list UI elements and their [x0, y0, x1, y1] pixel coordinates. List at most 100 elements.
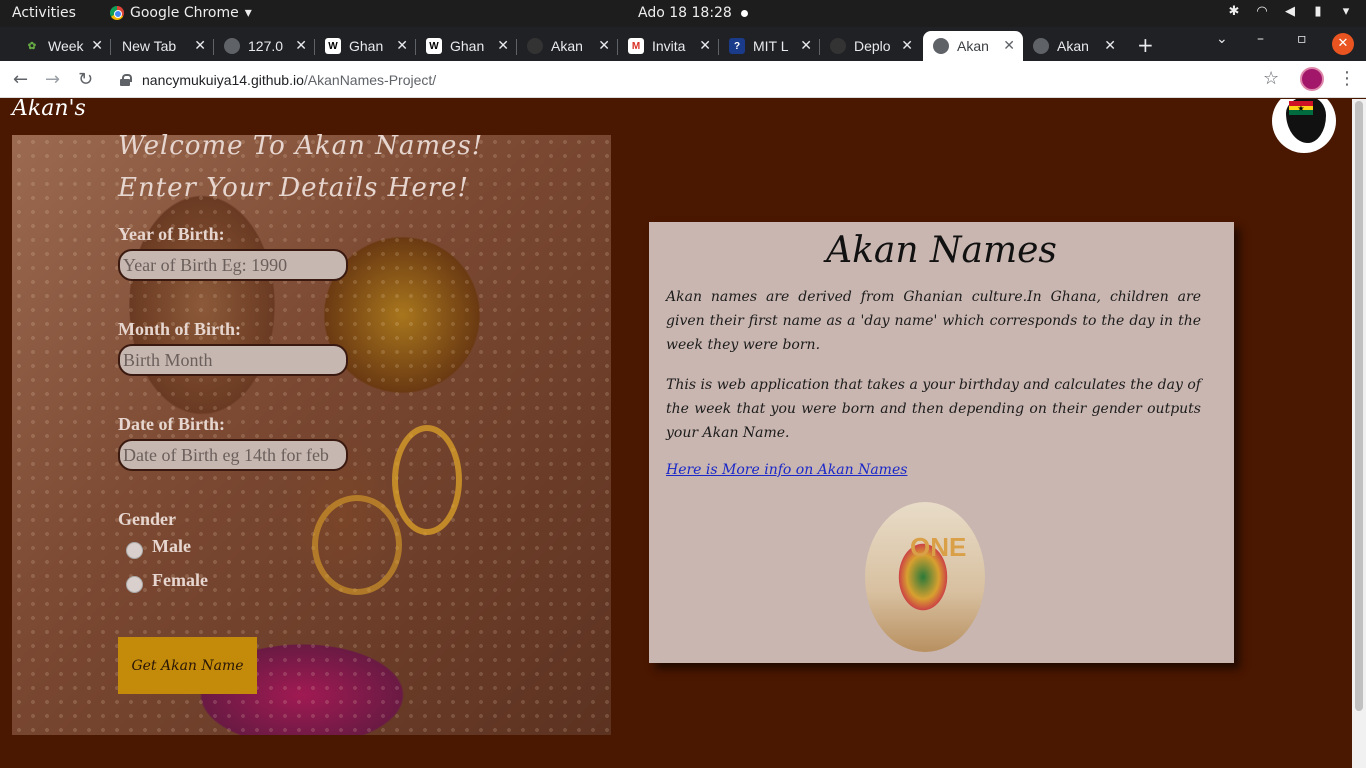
tab-akan-github[interactable]: Akan ✕ [517, 31, 618, 61]
year-placeholder: Year of Birth Eg: 1990 [123, 254, 288, 275]
address-bar[interactable]: nancymukuiya14.github.io/AkanNames-Proje… [108, 65, 1294, 94]
url-host: nancymukuiya14.github.io [142, 71, 304, 88]
caret-down-icon: ▾ [244, 5, 252, 21]
gender-label: Gender [118, 509, 176, 529]
month-placeholder: Birth Month [123, 349, 213, 370]
window-close-button[interactable]: ✕ [1332, 33, 1354, 55]
get-akan-name-button[interactable]: Get Akan Name [118, 637, 257, 694]
forward-icon[interactable]: → [45, 69, 60, 90]
close-tab-icon[interactable]: ✕ [91, 37, 103, 54]
tab-mit[interactable]: ? MIT L ✕ [719, 31, 820, 61]
profile-avatar[interactable] [1300, 67, 1324, 91]
battery-icon[interactable]: ▮ [1310, 4, 1326, 20]
close-tab-icon[interactable]: ✕ [901, 37, 913, 54]
system-tray[interactable]: ✱ ◠ ◀ ▮ ▾ [1226, 4, 1354, 20]
card-paragraph-2: This is web application that takes a you… [666, 377, 1201, 441]
activities-button[interactable]: Activities [12, 5, 76, 21]
wikipedia-icon: W [325, 38, 341, 54]
year-input[interactable]: Year of Birth Eg: 1990 [118, 249, 348, 281]
close-tab-icon[interactable]: ✕ [800, 37, 812, 54]
close-tab-icon[interactable]: ✕ [1104, 37, 1116, 54]
tab-title: Ghan [349, 38, 384, 54]
tab-title: Week [48, 38, 84, 54]
close-tab-icon[interactable]: ✕ [295, 37, 307, 54]
close-tab-icon[interactable]: ✕ [194, 37, 206, 54]
tab-ghana-wiki-2[interactable]: W Ghan ✕ [416, 31, 517, 61]
date-label: Date of Birth: [118, 414, 225, 434]
chrome-icon [110, 6, 124, 20]
bookmark-star-icon[interactable]: ☆ [1263, 68, 1279, 89]
close-tab-icon[interactable]: ✕ [699, 37, 711, 54]
tab-localhost[interactable]: 127.0 ✕ [214, 31, 315, 61]
tab-invitation[interactable]: M Invita ✕ [618, 31, 719, 61]
tab-title: Deplo [854, 38, 891, 54]
restore-icon[interactable]: ▫ [1297, 31, 1307, 47]
github-icon [527, 38, 543, 54]
slack-icon[interactable]: ✱ [1226, 4, 1242, 20]
browser-toolbar: ← → ↻ nancymukuiya14.github.io/AkanNames… [0, 61, 1366, 98]
reload-icon[interactable]: ↻ [78, 69, 93, 90]
ghana-flag-icon: ★ [1289, 101, 1313, 115]
female-label[interactable]: Female [152, 570, 208, 591]
system-top-bar: Activities Google Chrome ▾ Ado 18 18:28 … [0, 0, 1366, 27]
question-icon: ? [729, 38, 745, 54]
close-tab-icon[interactable]: ✕ [497, 37, 509, 54]
volume-icon[interactable]: ◀ [1282, 4, 1298, 20]
month-label: Month of Birth: [118, 319, 241, 339]
date-placeholder: Date of Birth eg 14th for feb [123, 444, 329, 465]
tab-akan-2[interactable]: Akan ✕ [1023, 31, 1124, 61]
form-subheading: Enter Your Details Here! [118, 173, 469, 203]
close-tab-icon[interactable]: ✕ [598, 37, 610, 54]
page-content: Akan's ★ Welcome To Akan Names! Enter Yo… [0, 99, 1352, 768]
card-paragraph-1: Akan names are derived from Ghanian cult… [666, 289, 1201, 353]
app-menu[interactable]: Google Chrome ▾ [110, 5, 252, 21]
tab-akan-active[interactable]: Akan ✕ [923, 31, 1023, 61]
tab-title: 127.0 [248, 38, 284, 54]
back-icon[interactable]: ← [13, 69, 28, 90]
tab-title: New Tab [122, 38, 177, 54]
card-title: Akan Names [826, 230, 1057, 271]
notification-dot-icon [741, 10, 748, 17]
tab-title: Akan [551, 38, 583, 54]
new-tab-button[interactable]: + [1137, 33, 1154, 57]
tab-title: MIT L [753, 38, 789, 54]
welcome-heading: Welcome To Akan Names! [118, 131, 484, 161]
female-radio[interactable] [126, 576, 143, 593]
wikipedia-icon: W [426, 38, 442, 54]
tab-title: Invita [652, 38, 686, 54]
info-card: Akan Names Akan names are derived from G… [649, 222, 1234, 663]
scrollbar-thumb[interactable] [1355, 101, 1363, 711]
tab-title: Ghan [450, 38, 485, 54]
chrome-menu-icon[interactable]: ⋮ [1338, 68, 1356, 89]
hero-background-image [12, 135, 611, 735]
tab-week[interactable]: ✿ Week ✕ [14, 31, 111, 61]
page-scrollbar[interactable] [1352, 99, 1366, 768]
africa-logo: ★ [1272, 99, 1336, 153]
minimize-icon[interactable]: – [1257, 31, 1264, 47]
month-input[interactable]: Birth Month [118, 344, 348, 376]
child-photo: ONE [865, 502, 985, 652]
globe-icon [933, 38, 949, 54]
male-radio[interactable] [126, 542, 143, 559]
wifi-icon[interactable]: ◠ [1254, 4, 1270, 20]
globe-icon [1033, 38, 1049, 54]
date-input[interactable]: Date of Birth eg 14th for feb [118, 439, 348, 471]
year-label: Year of Birth: [118, 224, 225, 244]
photo-caption: ONE [910, 532, 967, 562]
globe-icon [224, 38, 240, 54]
power-menu-icon[interactable]: ▾ [1338, 4, 1354, 20]
close-tab-icon[interactable]: ✕ [1003, 37, 1015, 54]
tab-strip: ✿ Week ✕ New Tab ✕ 127.0 ✕ W Ghan ✕ W Gh… [0, 27, 1366, 61]
clock[interactable]: Ado 18 18:28 [638, 5, 732, 21]
lock-icon[interactable] [120, 74, 132, 86]
tab-deploy[interactable]: Deplo ✕ [820, 31, 921, 61]
tab-ghana-wiki-1[interactable]: W Ghan ✕ [315, 31, 416, 61]
more-info-link[interactable]: Here is More info on Akan Names [666, 462, 907, 478]
male-label[interactable]: Male [152, 536, 191, 557]
app-name: Google Chrome [130, 5, 239, 21]
close-tab-icon[interactable]: ✕ [396, 37, 408, 54]
tab-new-tab[interactable]: New Tab ✕ [111, 31, 214, 61]
site-brand[interactable]: Akan's [12, 99, 86, 121]
tab-search-icon[interactable]: ⌄ [1216, 31, 1228, 47]
leaf-icon: ✿ [27, 40, 37, 52]
